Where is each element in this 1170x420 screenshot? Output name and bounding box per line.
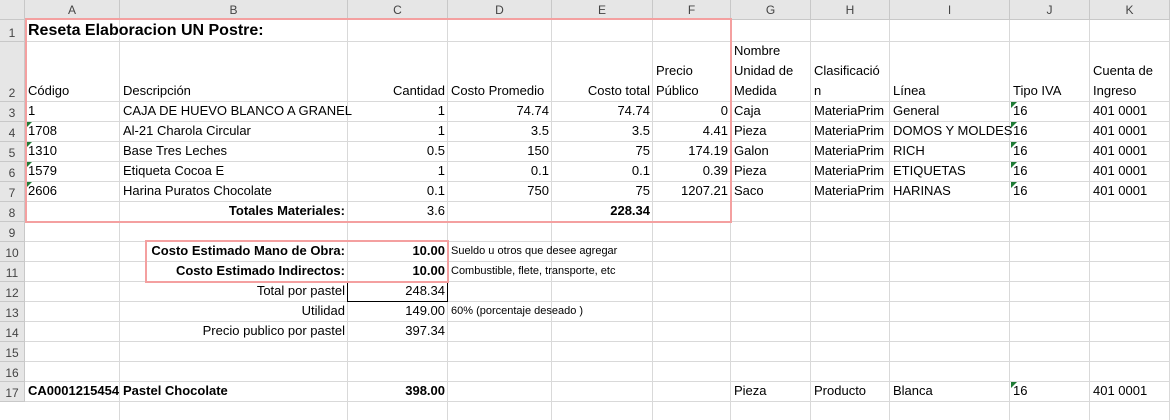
cell-unidad[interactable]: Saco — [731, 182, 811, 202]
utilidad-note[interactable]: 60% (porcentaje deseado ) — [448, 302, 583, 322]
header-unidad[interactable]: Nombre — [731, 42, 811, 62]
error-indicator-icon — [1011, 182, 1017, 188]
row-header[interactable]: 5 — [0, 142, 25, 162]
producto-codigo[interactable]: CA0001215454 — [25, 382, 120, 402]
cell-cuenta[interactable]: 401 0001 — [1090, 162, 1170, 182]
row-header[interactable]: 13 — [0, 302, 25, 322]
utilidad-label[interactable]: Utilidad — [120, 302, 348, 322]
column-header-k[interactable]: K — [1090, 0, 1170, 20]
utilidad-value[interactable]: 149.00 — [348, 302, 448, 322]
column-header-j[interactable]: J — [1010, 0, 1090, 20]
row-header[interactable]: 10 — [0, 242, 25, 262]
row-header[interactable]: 1 — [0, 20, 25, 42]
row-header[interactable]: 8 — [0, 202, 25, 222]
gridline-horizontal — [25, 361, 1170, 362]
producto-linea[interactable]: Blanca — [890, 382, 1010, 402]
gridline-vertical — [1009, 20, 1010, 420]
cell-tipo-iva[interactable]: 16 — [1010, 122, 1090, 142]
cell-tipo-iva[interactable]: 16 — [1010, 102, 1090, 122]
column-header-d[interactable]: D — [448, 0, 552, 20]
column-header-h[interactable]: H — [811, 0, 890, 20]
header-cuenta[interactable]: Cuenta de — [1090, 62, 1170, 82]
precio-publico-label[interactable]: Precio publico por pastel — [120, 322, 348, 342]
row-header[interactable]: 9 — [0, 222, 25, 242]
row-header[interactable]: 6 — [0, 162, 25, 182]
row-header[interactable]: 4 — [0, 122, 25, 142]
producto-cuenta[interactable]: 401 0001 — [1090, 382, 1170, 402]
row-header[interactable]: 16 — [0, 362, 25, 382]
error-indicator-icon — [1011, 162, 1017, 168]
column-header-g[interactable]: G — [731, 0, 811, 20]
cell-clasificacion[interactable]: MateriaPrim — [811, 182, 890, 202]
header-unidad[interactable]: Unidad de — [731, 62, 811, 82]
cell-tipo-iva[interactable]: 16 — [1010, 142, 1090, 162]
cell-tipo-iva[interactable]: 16 — [1010, 182, 1090, 202]
spreadsheet[interactable]: A B C D E F G H I J K 1 2 3 4 5 6 7 8 9 10 11 12 13 14 15 16 17 Rese… — [0, 0, 1170, 420]
cell-cuenta[interactable]: 401 0001 — [1090, 182, 1170, 202]
cell-linea[interactable]: General — [890, 102, 1010, 122]
cell-clasificacion[interactable]: MateriaPrim — [811, 122, 890, 142]
column-header-a[interactable]: A — [25, 0, 120, 20]
select-all-corner[interactable] — [0, 0, 25, 20]
header-clasificacion[interactable]: Clasificació — [811, 62, 890, 82]
column-header-e[interactable]: E — [552, 0, 653, 20]
producto-descripcion[interactable]: Pastel Chocolate — [120, 382, 348, 402]
producto-unidad[interactable]: Pieza — [731, 382, 811, 402]
column-header-f[interactable]: F — [653, 0, 731, 20]
precio-publico-value[interactable]: 397.34 — [348, 322, 448, 342]
cell-cuenta[interactable]: 401 0001 — [1090, 102, 1170, 122]
producto-clasificacion[interactable]: Producto — [811, 382, 890, 402]
cell-linea[interactable]: RICH — [890, 142, 1010, 162]
cell-unidad[interactable]: Pieza — [731, 122, 811, 142]
total-pastel-border — [347, 281, 448, 302]
row-header[interactable]: 11 — [0, 262, 25, 282]
row-header[interactable]: 17 — [0, 382, 25, 402]
header-cuenta[interactable]: Ingreso — [1090, 82, 1170, 102]
indirectos-note[interactable]: Combustible, flete, transporte, etc — [448, 262, 615, 282]
header-unidad[interactable]: Medida — [731, 82, 811, 102]
header-linea[interactable]: Línea — [890, 82, 1010, 102]
header-clasificacion[interactable]: n — [811, 82, 890, 102]
total-pastel-label[interactable]: Total por pastel — [120, 282, 348, 302]
error-indicator-icon — [1011, 122, 1017, 128]
cell-unidad[interactable]: Pieza — [731, 162, 811, 182]
producto-precio[interactable]: 398.00 — [348, 382, 448, 402]
cell-clasificacion[interactable]: MateriaPrim — [811, 102, 890, 122]
row-header[interactable]: 2 — [0, 42, 25, 102]
error-indicator-icon — [1011, 382, 1017, 388]
highlight-materials-table — [25, 18, 732, 223]
cell-cuenta[interactable]: 401 0001 — [1090, 122, 1170, 142]
row-header[interactable]: 15 — [0, 342, 25, 362]
column-header-b[interactable]: B — [120, 0, 348, 20]
producto-tipo-iva[interactable]: 16 — [1010, 382, 1090, 402]
cell-linea[interactable]: ETIQUETAS — [890, 162, 1010, 182]
row-header[interactable]: 14 — [0, 322, 25, 342]
cell-clasificacion[interactable]: MateriaPrim — [811, 142, 890, 162]
cell-unidad[interactable]: Caja — [731, 102, 811, 122]
cell-tipo-iva[interactable]: 16 — [1010, 162, 1090, 182]
cell-linea[interactable]: DOMOS Y MOLDES — [890, 122, 1012, 142]
cell-unidad[interactable]: Galon — [731, 142, 811, 162]
header-tipo-iva[interactable]: Tipo IVA — [1010, 82, 1090, 102]
cell-clasificacion[interactable]: MateriaPrim — [811, 162, 890, 182]
error-indicator-icon — [1011, 102, 1017, 108]
row-header[interactable]: 12 — [0, 282, 25, 302]
error-indicator-icon — [1011, 142, 1017, 148]
row-header[interactable]: 7 — [0, 182, 25, 202]
cell-linea[interactable]: HARINAS — [890, 182, 1010, 202]
column-header-c[interactable]: C — [348, 0, 448, 20]
row-header[interactable]: 3 — [0, 102, 25, 122]
cell-cuenta[interactable]: 401 0001 — [1090, 142, 1170, 162]
highlight-estimated-costs — [145, 240, 449, 283]
column-header-i[interactable]: I — [890, 0, 1010, 20]
mano-obra-note[interactable]: Sueldo u otros que desee agregar — [448, 242, 617, 262]
